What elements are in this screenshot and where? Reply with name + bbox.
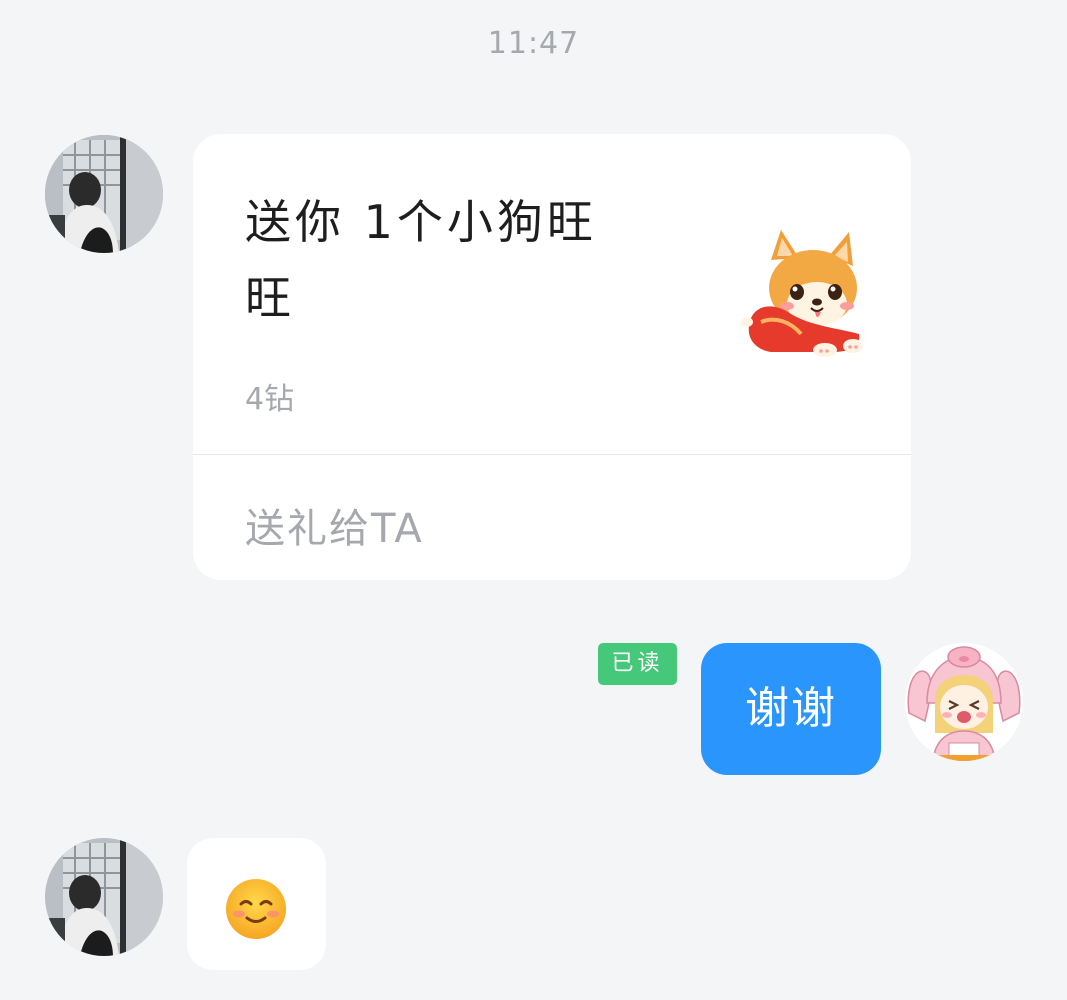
gift-title: 送你 1个小狗旺 旺 [245, 184, 645, 336]
send-gift-button[interactable]: 送礼给TA [245, 496, 424, 554]
corgi-puppy-icon [741, 230, 871, 365]
contact-avatar-image [45, 838, 163, 956]
incoming-emoji-bubble[interactable] [187, 838, 326, 970]
gift-price: 4钻 [245, 382, 295, 417]
gift-title-line1: 送你 1个小狗旺 [245, 195, 597, 249]
my-avatar[interactable] [905, 643, 1023, 761]
message-timestamp: 11:47 [487, 26, 580, 61]
contact-avatar-image [45, 135, 163, 253]
gift-message-card[interactable]: 送你 1个小狗旺 旺 4钻 送礼给TA [193, 134, 911, 580]
gift-card-divider [193, 454, 911, 455]
outgoing-message-bubble[interactable]: 谢谢 [701, 643, 881, 775]
read-status-badge: 已读 [598, 643, 677, 685]
smiling-face-icon [225, 878, 287, 940]
contact-avatar[interactable] [45, 838, 163, 956]
my-avatar-image [905, 643, 1023, 761]
chat-screen: 11:47 送你 1个小狗旺 旺 4钻 送礼给TA 已读 谢谢 [0, 0, 1067, 1000]
gift-title-line2: 旺 [245, 271, 295, 325]
contact-avatar[interactable] [45, 135, 163, 253]
